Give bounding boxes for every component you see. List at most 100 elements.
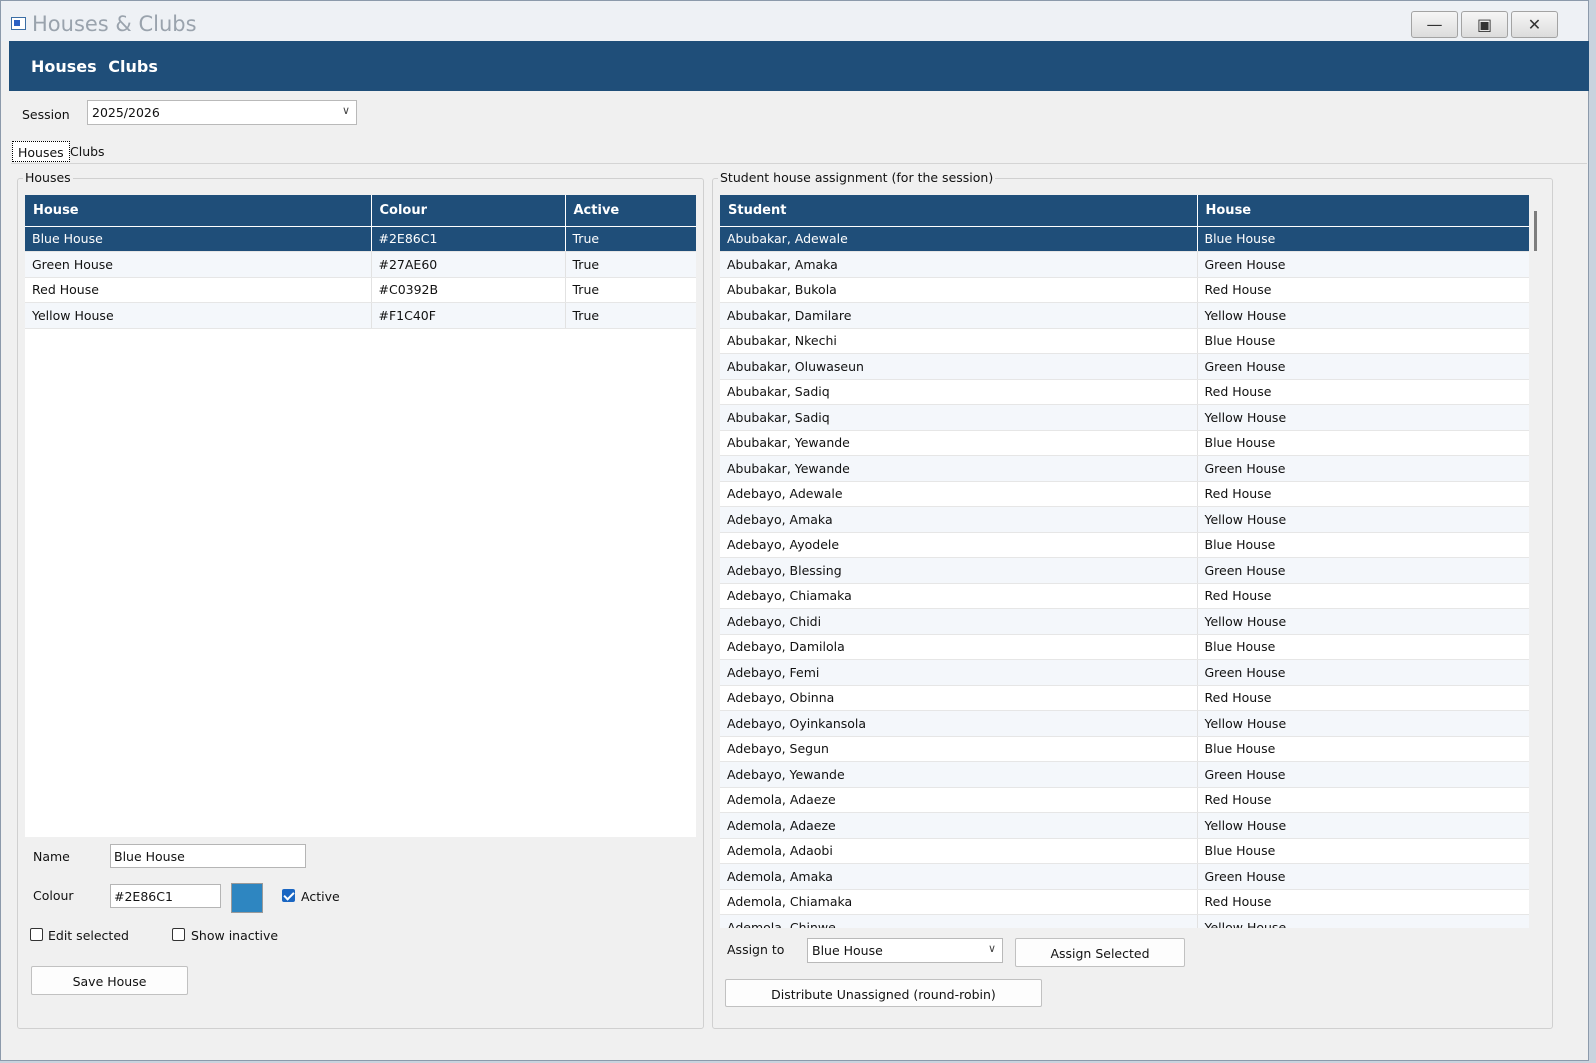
- column-header-student[interactable]: Student: [720, 195, 1198, 227]
- cell-student[interactable]: Abubakar, Sadiq: [720, 404, 1198, 431]
- cell-student[interactable]: Abubakar, Sadiq: [720, 379, 1198, 405]
- cell-house[interactable]: Yellow House: [1197, 404, 1529, 431]
- minimize-button[interactable]: —: [1411, 11, 1458, 38]
- cell-active[interactable]: True: [565, 251, 696, 278]
- cell-house[interactable]: Green House: [1197, 251, 1529, 278]
- cell-house[interactable]: Green House: [1197, 557, 1529, 584]
- cell-student[interactable]: Abubakar, Bukola: [720, 277, 1198, 303]
- cell-house[interactable]: Blue House: [1197, 430, 1529, 456]
- cell-house[interactable]: Red House: [1197, 277, 1529, 303]
- session-select[interactable]: 2025/2026 ∨: [87, 100, 357, 125]
- table-row[interactable]: Abubakar, Damilare Yellow House: [720, 302, 1529, 329]
- cell-house[interactable]: Yellow House: [1197, 812, 1529, 839]
- cell-student[interactable]: Adebayo, Segun: [720, 736, 1198, 762]
- table-row[interactable]: Yellow House #F1C40F True: [25, 302, 696, 329]
- assignment-grid[interactable]: Student House Abubakar, Adewale Blue Hous…: [720, 195, 1529, 928]
- cell-house[interactable]: Green House: [1197, 353, 1529, 380]
- cell-student[interactable]: Adebayo, Yewande: [720, 761, 1198, 788]
- table-row[interactable]: Green House #27AE60 True: [25, 251, 696, 278]
- table-row[interactable]: Adebayo, Damilola Blue House: [720, 634, 1529, 660]
- table-row[interactable]: Adebayo, Chidi Yellow House: [720, 608, 1529, 635]
- table-row[interactable]: Red House #C0392B True: [25, 277, 696, 303]
- cell-student[interactable]: Ademola, Amaka: [720, 863, 1198, 890]
- cell-house[interactable]: Green House: [1197, 659, 1529, 686]
- table-row[interactable]: Abubakar, Sadiq Red House: [720, 379, 1529, 405]
- cell-student[interactable]: Abubakar, Adewale: [720, 226, 1198, 252]
- cell-active[interactable]: True: [565, 277, 696, 303]
- close-button[interactable]: ✕: [1511, 11, 1558, 38]
- cell-student[interactable]: Abubakar, Amaka: [720, 251, 1198, 278]
- column-header-colour[interactable]: Colour: [371, 195, 566, 227]
- colour-swatch-button[interactable]: [231, 883, 263, 913]
- cell-house[interactable]: Blue House: [25, 226, 372, 252]
- table-row[interactable]: Adebayo, Adewale Red House: [720, 481, 1529, 507]
- table-row[interactable]: Abubakar, Sadiq Yellow House: [720, 404, 1529, 431]
- cell-house[interactable]: Red House: [1197, 583, 1529, 609]
- cell-house[interactable]: Red House: [1197, 685, 1529, 711]
- table-row[interactable]: Adebayo, Yewande Green House: [720, 761, 1529, 788]
- table-row[interactable]: Adebayo, Blessing Green House: [720, 557, 1529, 584]
- assignment-grid-scrollbar[interactable]: [1534, 211, 1537, 251]
- cell-student[interactable]: Adebayo, Amaka: [720, 506, 1198, 533]
- cell-student[interactable]: Ademola, Chinwe: [720, 914, 1198, 928]
- table-row[interactable]: Blue House #2E86C1 True: [25, 226, 696, 252]
- cell-colour[interactable]: #2E86C1: [371, 226, 566, 252]
- column-header-active[interactable]: Active: [565, 195, 696, 227]
- cell-active[interactable]: True: [565, 226, 696, 252]
- table-row[interactable]: Abubakar, Adewale Blue House: [720, 226, 1529, 252]
- cell-house[interactable]: Blue House: [1197, 532, 1529, 558]
- table-row[interactable]: Ademola, Amaka Green House: [720, 863, 1529, 890]
- cell-house[interactable]: Red House: [1197, 889, 1529, 915]
- cell-house[interactable]: Yellow House: [1197, 506, 1529, 533]
- cell-house[interactable]: Red House: [25, 277, 372, 303]
- cell-student[interactable]: Abubakar, Nkechi: [720, 328, 1198, 354]
- table-row[interactable]: Adebayo, Segun Blue House: [720, 736, 1529, 762]
- cell-student[interactable]: Abubakar, Damilare: [720, 302, 1198, 329]
- edit-selected-checkbox[interactable]: [30, 928, 43, 941]
- cell-student[interactable]: Ademola, Adaeze: [720, 787, 1198, 813]
- cell-student[interactable]: Adebayo, Obinna: [720, 685, 1198, 711]
- cell-house[interactable]: Green House: [1197, 455, 1529, 482]
- cell-house[interactable]: Blue House: [1197, 838, 1529, 864]
- cell-house[interactable]: Red House: [1197, 481, 1529, 507]
- save-house-button[interactable]: Save House: [31, 966, 188, 995]
- table-row[interactable]: Ademola, Adaeze Red House: [720, 787, 1529, 813]
- table-row[interactable]: Ademola, Chinwe Yellow House: [720, 914, 1529, 928]
- cell-student[interactable]: Abubakar, Yewande: [720, 430, 1198, 456]
- cell-house[interactable]: Green House: [1197, 863, 1529, 890]
- cell-student[interactable]: Ademola, Adaeze: [720, 812, 1198, 839]
- cell-student[interactable]: Adebayo, Ayodele: [720, 532, 1198, 558]
- cell-student[interactable]: Adebayo, Chiamaka: [720, 583, 1198, 609]
- table-row[interactable]: Abubakar, Oluwaseun Green House: [720, 353, 1529, 380]
- cell-student[interactable]: Ademola, Chiamaka: [720, 889, 1198, 915]
- cell-student[interactable]: Adebayo, Blessing: [720, 557, 1198, 584]
- table-row[interactable]: Abubakar, Yewande Blue House: [720, 430, 1529, 456]
- cell-house[interactable]: Green House: [25, 251, 372, 278]
- active-checkbox[interactable]: [282, 889, 295, 902]
- table-row[interactable]: Abubakar, Bukola Red House: [720, 277, 1529, 303]
- cell-house[interactable]: Yellow House: [1197, 608, 1529, 635]
- cell-student[interactable]: Adebayo, Damilola: [720, 634, 1198, 660]
- cell-house[interactable]: Yellow House: [1197, 710, 1529, 737]
- table-row[interactable]: Adebayo, Femi Green House: [720, 659, 1529, 686]
- cell-student[interactable]: Abubakar, Yewande: [720, 455, 1198, 482]
- maximize-button[interactable]: ▣: [1461, 11, 1508, 38]
- column-header-house[interactable]: House: [25, 195, 372, 227]
- cell-student[interactable]: Ademola, Adaobi: [720, 838, 1198, 864]
- table-row[interactable]: Ademola, Chiamaka Red House: [720, 889, 1529, 915]
- cell-colour[interactable]: #F1C40F: [371, 302, 566, 329]
- cell-student[interactable]: Adebayo, Oyinkansola: [720, 710, 1198, 737]
- cell-house[interactable]: Red House: [1197, 379, 1529, 405]
- tab-clubs[interactable]: Clubs: [65, 141, 110, 163]
- cell-house[interactable]: Blue House: [1197, 736, 1529, 762]
- colour-field[interactable]: #2E86C1: [110, 884, 221, 908]
- cell-student[interactable]: Adebayo, Femi: [720, 659, 1198, 686]
- table-row[interactable]: Adebayo, Chiamaka Red House: [720, 583, 1529, 609]
- table-row[interactable]: Adebayo, Ayodele Blue House: [720, 532, 1529, 558]
- houses-grid[interactable]: House Colour Active Blue House #2E86C1 Tru…: [25, 195, 696, 837]
- assign-to-select[interactable]: Blue House ∨: [807, 938, 1003, 963]
- table-row[interactable]: Adebayo, Amaka Yellow House: [720, 506, 1529, 533]
- cell-house[interactable]: Green House: [1197, 761, 1529, 788]
- show-inactive-checkbox[interactable]: [172, 928, 185, 941]
- table-row[interactable]: Adebayo, Obinna Red House: [720, 685, 1529, 711]
